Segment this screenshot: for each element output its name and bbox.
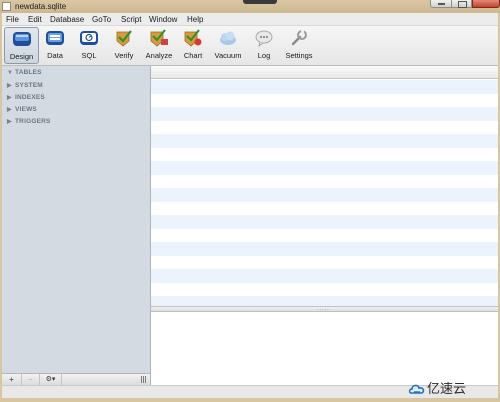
toolbar-vacuum-button[interactable]: Vacuum [211,27,245,64]
toolbar: Design Data SQL Verify Analyze Chart Vac… [2,26,498,66]
menu-script[interactable]: Script [121,13,141,26]
table-row[interactable] [151,256,498,270]
table-row[interactable] [151,215,498,229]
sidebar-section-label: SYSTEM [15,82,43,89]
cloud-logo-icon [409,384,425,394]
toolbar-label-log: Log [257,51,271,60]
disclosure-closed-icon: ▶ [7,107,12,113]
sidebar-section-views[interactable]: ▶ VIEWS [7,106,37,113]
gear-menu-button[interactable]: ⚙▾ [40,374,62,385]
window-border-bottom [0,398,500,402]
table-row[interactable] [151,283,498,297]
disclosure-open-icon: ▼ [7,70,14,76]
table-header[interactable] [151,66,498,79]
table-row[interactable] [151,202,498,216]
table-row[interactable] [151,148,498,162]
resize-grip-icon[interactable] [141,376,147,383]
toolbar-verify-button[interactable]: Verify [110,27,138,64]
toolbar-analyze-button[interactable]: Analyze [143,27,175,64]
sidebar-section-indexes[interactable]: ▶ INDEXES [7,94,45,101]
sidebar-section-tables[interactable]: ▼ TABLES [7,69,42,76]
sidebar-section-label: VIEWS [15,106,37,113]
disclosure-closed-icon: ▶ [7,83,12,89]
disclosure-closed-icon: ▶ [7,95,12,101]
menu-database[interactable]: Database [50,13,84,26]
toolbar-label-verify: Verify [114,51,134,60]
sidebar-section-system[interactable]: ▶ SYSTEM [7,82,43,89]
toolbar-label-analyze: Analyze [145,51,173,60]
sidebar: ▼ TABLES ▶ SYSTEM ▶ INDEXES ▶ VIEWS ▶ TRIGGER… [2,66,151,373]
toolbar-log-button[interactable]: Log [252,27,276,64]
window-title: newdata.sqlite [15,2,67,11]
design-icon [13,32,31,46]
table-row[interactable] [151,161,498,175]
vacuum-icon [220,31,236,45]
table-row[interactable] [151,242,498,256]
log-icon [255,30,273,47]
toolbar-label-vacuum: Vacuum [214,51,242,60]
toolbar-label-sql: SQL [81,51,97,60]
disclosure-closed-icon: ▶ [7,119,12,125]
sidebar-section-label: TRIGGERS [15,118,51,125]
toolbar-chart-button[interactable]: Chart [179,27,207,64]
watermark-text: 亿速云 [427,381,467,396]
toolbar-data-button[interactable]: Data [42,27,68,64]
table-row[interactable] [151,80,498,94]
title-bar[interactable]: newdata.sqlite [0,0,500,13]
table-view[interactable] [151,66,498,306]
table-row[interactable] [151,229,498,243]
sidebar-section-label: TABLES [15,69,42,76]
settings-icon [291,30,307,46]
toolbar-settings-button[interactable]: Settings [282,27,316,64]
table-row[interactable] [151,175,498,189]
toolbar-label-chart: Chart [183,51,203,60]
table-row[interactable] [151,296,498,306]
toolbar-label-data: Data [47,51,63,60]
verify-icon [116,30,132,47]
toolbar-design-button[interactable]: Design [4,27,39,64]
analyze-icon [150,29,168,47]
sidebar-bottom-bar: + − ⚙▾ [2,373,151,385]
app-icon [2,2,11,11]
chart-icon [184,29,202,47]
watermark: 亿速云 [409,380,466,398]
table-row[interactable] [151,134,498,148]
table-row[interactable] [151,269,498,283]
toolbar-sql-button[interactable]: SQL [76,27,102,64]
sidebar-section-triggers[interactable]: ▶ TRIGGERS [7,118,51,125]
table-row[interactable] [151,121,498,135]
menu-bar: File Edit Database GoTo Script Window He… [2,13,498,26]
title-bar-tab [243,0,277,4]
sql-icon [80,31,98,45]
remove-button[interactable]: − [22,374,40,385]
sidebar-section-label: INDEXES [15,94,45,101]
menu-help[interactable]: Help [187,13,203,26]
menu-edit[interactable]: Edit [28,13,42,26]
menu-window[interactable]: Window [149,13,177,26]
table-row[interactable] [151,107,498,121]
detail-pane[interactable] [151,312,498,385]
table-row[interactable] [151,188,498,202]
data-icon [46,31,64,45]
menu-file[interactable]: File [6,13,19,26]
toolbar-label-design: Design [9,52,34,61]
add-button[interactable]: + [2,374,22,385]
menu-goto[interactable]: GoTo [92,13,111,26]
toolbar-label-settings: Settings [285,51,313,60]
close-button[interactable] [472,0,500,8]
table-row[interactable] [151,94,498,108]
app-window: newdata.sqlite File Edit Database GoTo S… [0,0,500,402]
maximize-button[interactable] [452,0,472,8]
minimize-button[interactable] [430,0,452,8]
